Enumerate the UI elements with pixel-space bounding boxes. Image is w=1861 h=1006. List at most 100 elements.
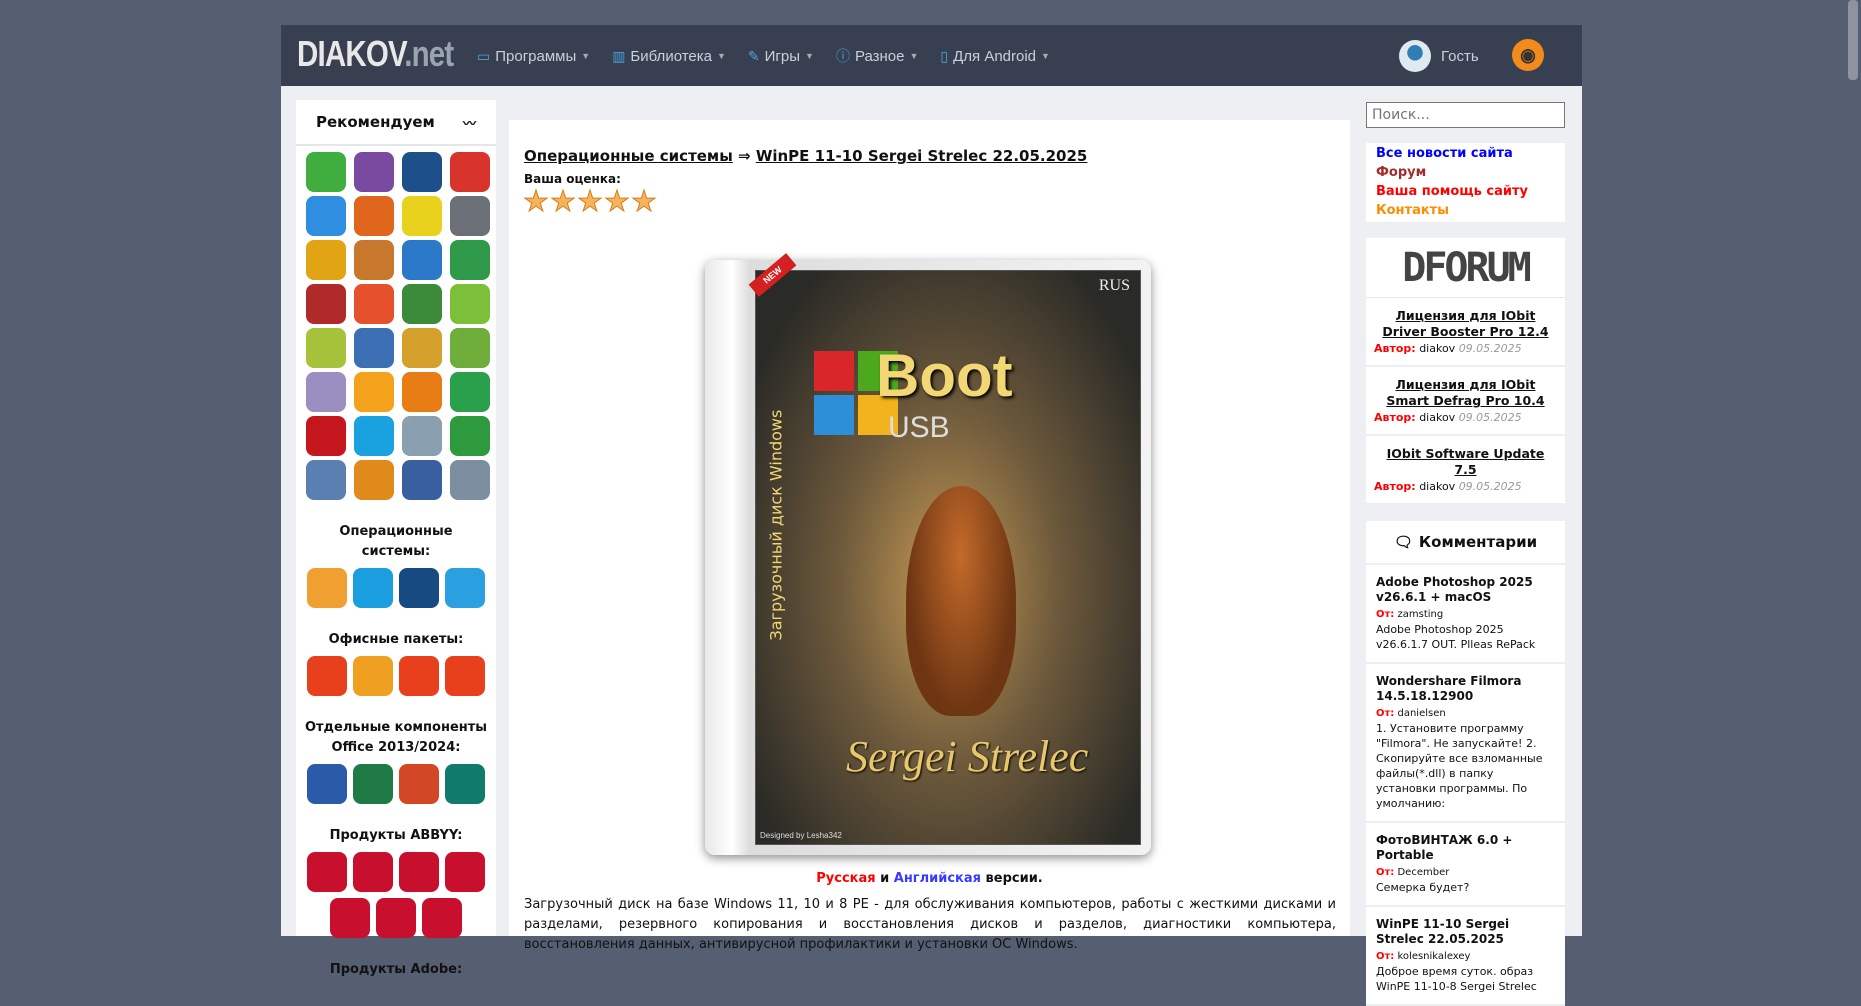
versions-note: Русская и Английская версии. (816, 871, 1043, 886)
speed-gauge-icon[interactable] (354, 372, 394, 412)
floppy-icon[interactable] (402, 152, 442, 192)
book-icon: ▥ (612, 47, 626, 64)
utorrent-icon[interactable] (450, 328, 490, 368)
idm-icon[interactable] (402, 284, 442, 324)
scrollbar[interactable] (1844, 0, 1861, 936)
abbyy-2-icon[interactable] (353, 852, 393, 892)
rss-icon[interactable]: ◉ (1512, 39, 1544, 71)
comment-link[interactable]: ФотоВИНТАЖ 6.0 + Portable (1376, 833, 1555, 863)
windows-8-icon[interactable] (399, 568, 439, 608)
search-input[interactable] (1366, 102, 1565, 128)
office-2016-icon[interactable] (445, 656, 485, 696)
star-icon[interactable]: ★ (523, 186, 550, 216)
sidebar-app-icon[interactable] (450, 196, 490, 236)
office-2010-icon[interactable] (353, 656, 393, 696)
abbyy-7-icon[interactable] (422, 898, 462, 938)
trash-icon[interactable] (402, 416, 442, 456)
nav-3[interactable]: ⓘ Разное ▼ (836, 46, 918, 66)
windows-xp-icon[interactable] (307, 568, 347, 608)
comment-item: ФотоВИНТАЖ 6.0 + Portable От: December Сем… (1366, 823, 1565, 907)
comment-link[interactable]: WinPE 11-10 Sergei Strelec 22.05.2025 (1376, 917, 1555, 947)
nav-2[interactable]: ✎ Игры ▼ (748, 46, 814, 66)
dforum-logo[interactable]: DFORUM (1366, 238, 1565, 298)
publisher-icon[interactable] (445, 764, 485, 804)
forum-link[interactable]: IObit Software Update 7.5 (1374, 446, 1557, 478)
backup-icon[interactable] (450, 416, 490, 456)
gamepad-icon: ✎ (747, 47, 760, 64)
category-link[interactable]: Операционные системы (524, 147, 733, 165)
word-icon[interactable] (307, 764, 347, 804)
article-title[interactable]: WinPE 11-10 Sergei Strelec 22.05.2025 (756, 147, 1088, 165)
kmplayer-icon[interactable] (450, 284, 490, 324)
magic-app-icon[interactable] (402, 328, 442, 368)
scrollbar-thumb[interactable] (1848, 0, 1858, 80)
site-link[interactable]: Контакты (1376, 201, 1555, 220)
disk-tool-icon[interactable] (306, 460, 346, 500)
driver-booster-icon[interactable] (306, 416, 346, 456)
abbyy-6-icon[interactable] (376, 898, 416, 938)
hdd-tool-icon[interactable] (450, 460, 490, 500)
comment-link[interactable]: Adobe Photoshop 2025 v26.6.1 + macOS (1376, 575, 1555, 605)
usb-arrow-icon[interactable] (306, 152, 346, 192)
play-icon[interactable] (306, 196, 346, 236)
section-title: Продукты ABBYY: (329, 828, 463, 843)
site-logo[interactable]: DIAKOV.net (297, 33, 454, 75)
registry-icon[interactable] (402, 240, 442, 280)
site-link[interactable]: Ваша помощь сайту (1376, 182, 1555, 201)
nav-0[interactable]: ▭ Программы ▼ (477, 46, 590, 66)
site-link[interactable]: Форум (1376, 163, 1555, 182)
section-title: Отдельные компоненты Office 2013/2024: (304, 720, 488, 755)
comment-link[interactable]: Wondershare Filmora 14.5.18.12900 (1376, 674, 1555, 704)
forum-link[interactable]: Лицензия для IObit Smart Defrag Pro 10.4 (1374, 377, 1557, 409)
nav-4[interactable]: ▯ Для Android ▼ (940, 46, 1050, 66)
forum-item: Лицензия для IObit Driver Booster Pro 12… (1366, 298, 1565, 367)
monitor-icon: ▭ (477, 47, 491, 64)
winrar-icon[interactable] (354, 152, 394, 192)
cover-art: NEW RUS Boot USB Загрузочный диск Window… (748, 253, 1141, 845)
windows-11-icon[interactable] (445, 568, 485, 608)
flash-app-icon[interactable] (354, 284, 394, 324)
foxit-pdf-icon[interactable] (402, 372, 442, 412)
dvd-icon[interactable] (306, 372, 346, 412)
caret-down-icon: ▼ (716, 51, 726, 61)
star-icon[interactable]: ★ (631, 186, 658, 216)
parrot-app-icon[interactable] (306, 328, 346, 368)
excel-icon[interactable] (353, 764, 393, 804)
disk-burn-icon[interactable] (402, 460, 442, 500)
office-2007-icon[interactable] (307, 656, 347, 696)
the-bat-icon[interactable] (402, 196, 442, 236)
cover-image: NEW RUS Boot USB Загрузочный диск Window… (705, 253, 1151, 855)
aimp-icon[interactable] (306, 240, 346, 280)
powerpoint-icon[interactable] (399, 764, 439, 804)
pie-app-icon[interactable] (450, 240, 490, 280)
star-icon[interactable]: ★ (577, 186, 604, 216)
partition-icon[interactable] (450, 372, 490, 412)
forum-item: Лицензия для IObit Smart Defrag Pro 10.4… (1366, 367, 1565, 436)
falcon-image (906, 486, 1016, 716)
aida64-icon[interactable] (306, 284, 346, 324)
trend-icon: 〰 (462, 116, 476, 132)
comment-item: WinPE 11-10 Sergei Strelec 22.05.2025 От:… (1366, 907, 1565, 1006)
phone-icon: ▯ (940, 47, 949, 64)
forum-link[interactable]: Лицензия для IObit Driver Booster Pro 12… (1374, 308, 1557, 340)
star-icon[interactable]: ★ (550, 186, 577, 216)
brush-app-icon[interactable] (354, 328, 394, 368)
folder-app-icon[interactable] (354, 240, 394, 280)
site-link[interactable]: Все новости сайта (1376, 144, 1555, 163)
nav-1[interactable]: ▥ Библиотека ▼ (612, 46, 726, 66)
abbyy-5-icon[interactable] (330, 898, 370, 938)
office-2013-icon[interactable] (399, 656, 439, 696)
abbyy-4-icon[interactable] (445, 852, 485, 892)
star-icon[interactable]: ★ (604, 186, 631, 216)
user-menu[interactable]: Гость (1399, 40, 1479, 72)
ccleaner-icon[interactable] (450, 152, 490, 192)
left-sidebar: Рекомендуем 〰 Операционные системы: Офисны… (296, 100, 496, 977)
firefox-icon[interactable] (354, 196, 394, 236)
abbyy-1-icon[interactable] (307, 852, 347, 892)
windows-10-icon[interactable] (353, 568, 393, 608)
pc-restore-icon[interactable] (354, 460, 394, 500)
forum-box: DFORUM Лицензия для IObit Driver Booster… (1366, 238, 1565, 505)
skype-icon[interactable] (354, 416, 394, 456)
caret-down-icon: ▼ (909, 51, 919, 61)
abbyy-3-icon[interactable] (399, 852, 439, 892)
